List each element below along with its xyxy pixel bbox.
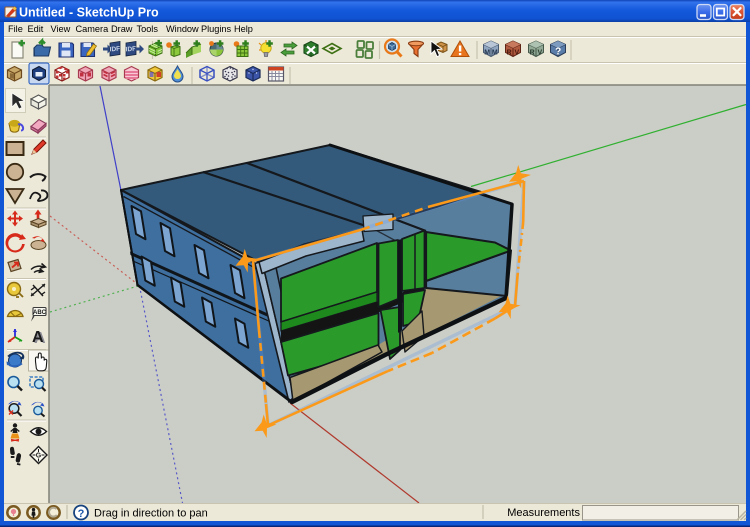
- svg-text:M: M: [492, 50, 498, 57]
- svg-text:Measurements: Measurements: [507, 507, 580, 519]
- svg-text:Tools: Tools: [137, 24, 159, 34]
- svg-text:File: File: [8, 24, 23, 34]
- svg-text:A: A: [32, 329, 44, 346]
- svg-text:G: G: [36, 453, 42, 460]
- svg-text:Draw: Draw: [111, 24, 133, 34]
- svg-text:IDF: IDF: [125, 46, 136, 54]
- svg-text:V: V: [514, 50, 519, 57]
- svg-text:Plugins: Plugins: [201, 24, 232, 34]
- svg-text:R: R: [530, 50, 535, 57]
- svg-text:Drag in direction to pan: Drag in direction to pan: [94, 508, 208, 520]
- svg-text:Camera: Camera: [76, 24, 110, 34]
- svg-text:Window: Window: [166, 24, 199, 34]
- svg-text:R: R: [507, 50, 512, 57]
- svg-text:Help: Help: [234, 24, 253, 34]
- svg-text:?: ?: [555, 47, 561, 58]
- svg-text:Edit: Edit: [28, 24, 44, 34]
- svg-text:V: V: [537, 50, 542, 57]
- svg-text:View: View: [51, 24, 71, 34]
- svg-text:Untitled - SketchUp Pro: Untitled - SketchUp Pro: [19, 5, 159, 19]
- svg-text:M: M: [484, 50, 490, 57]
- svg-text:?: ?: [78, 508, 85, 520]
- svg-text:IDF: IDF: [109, 46, 120, 54]
- svg-text:ABC: ABC: [33, 310, 47, 316]
